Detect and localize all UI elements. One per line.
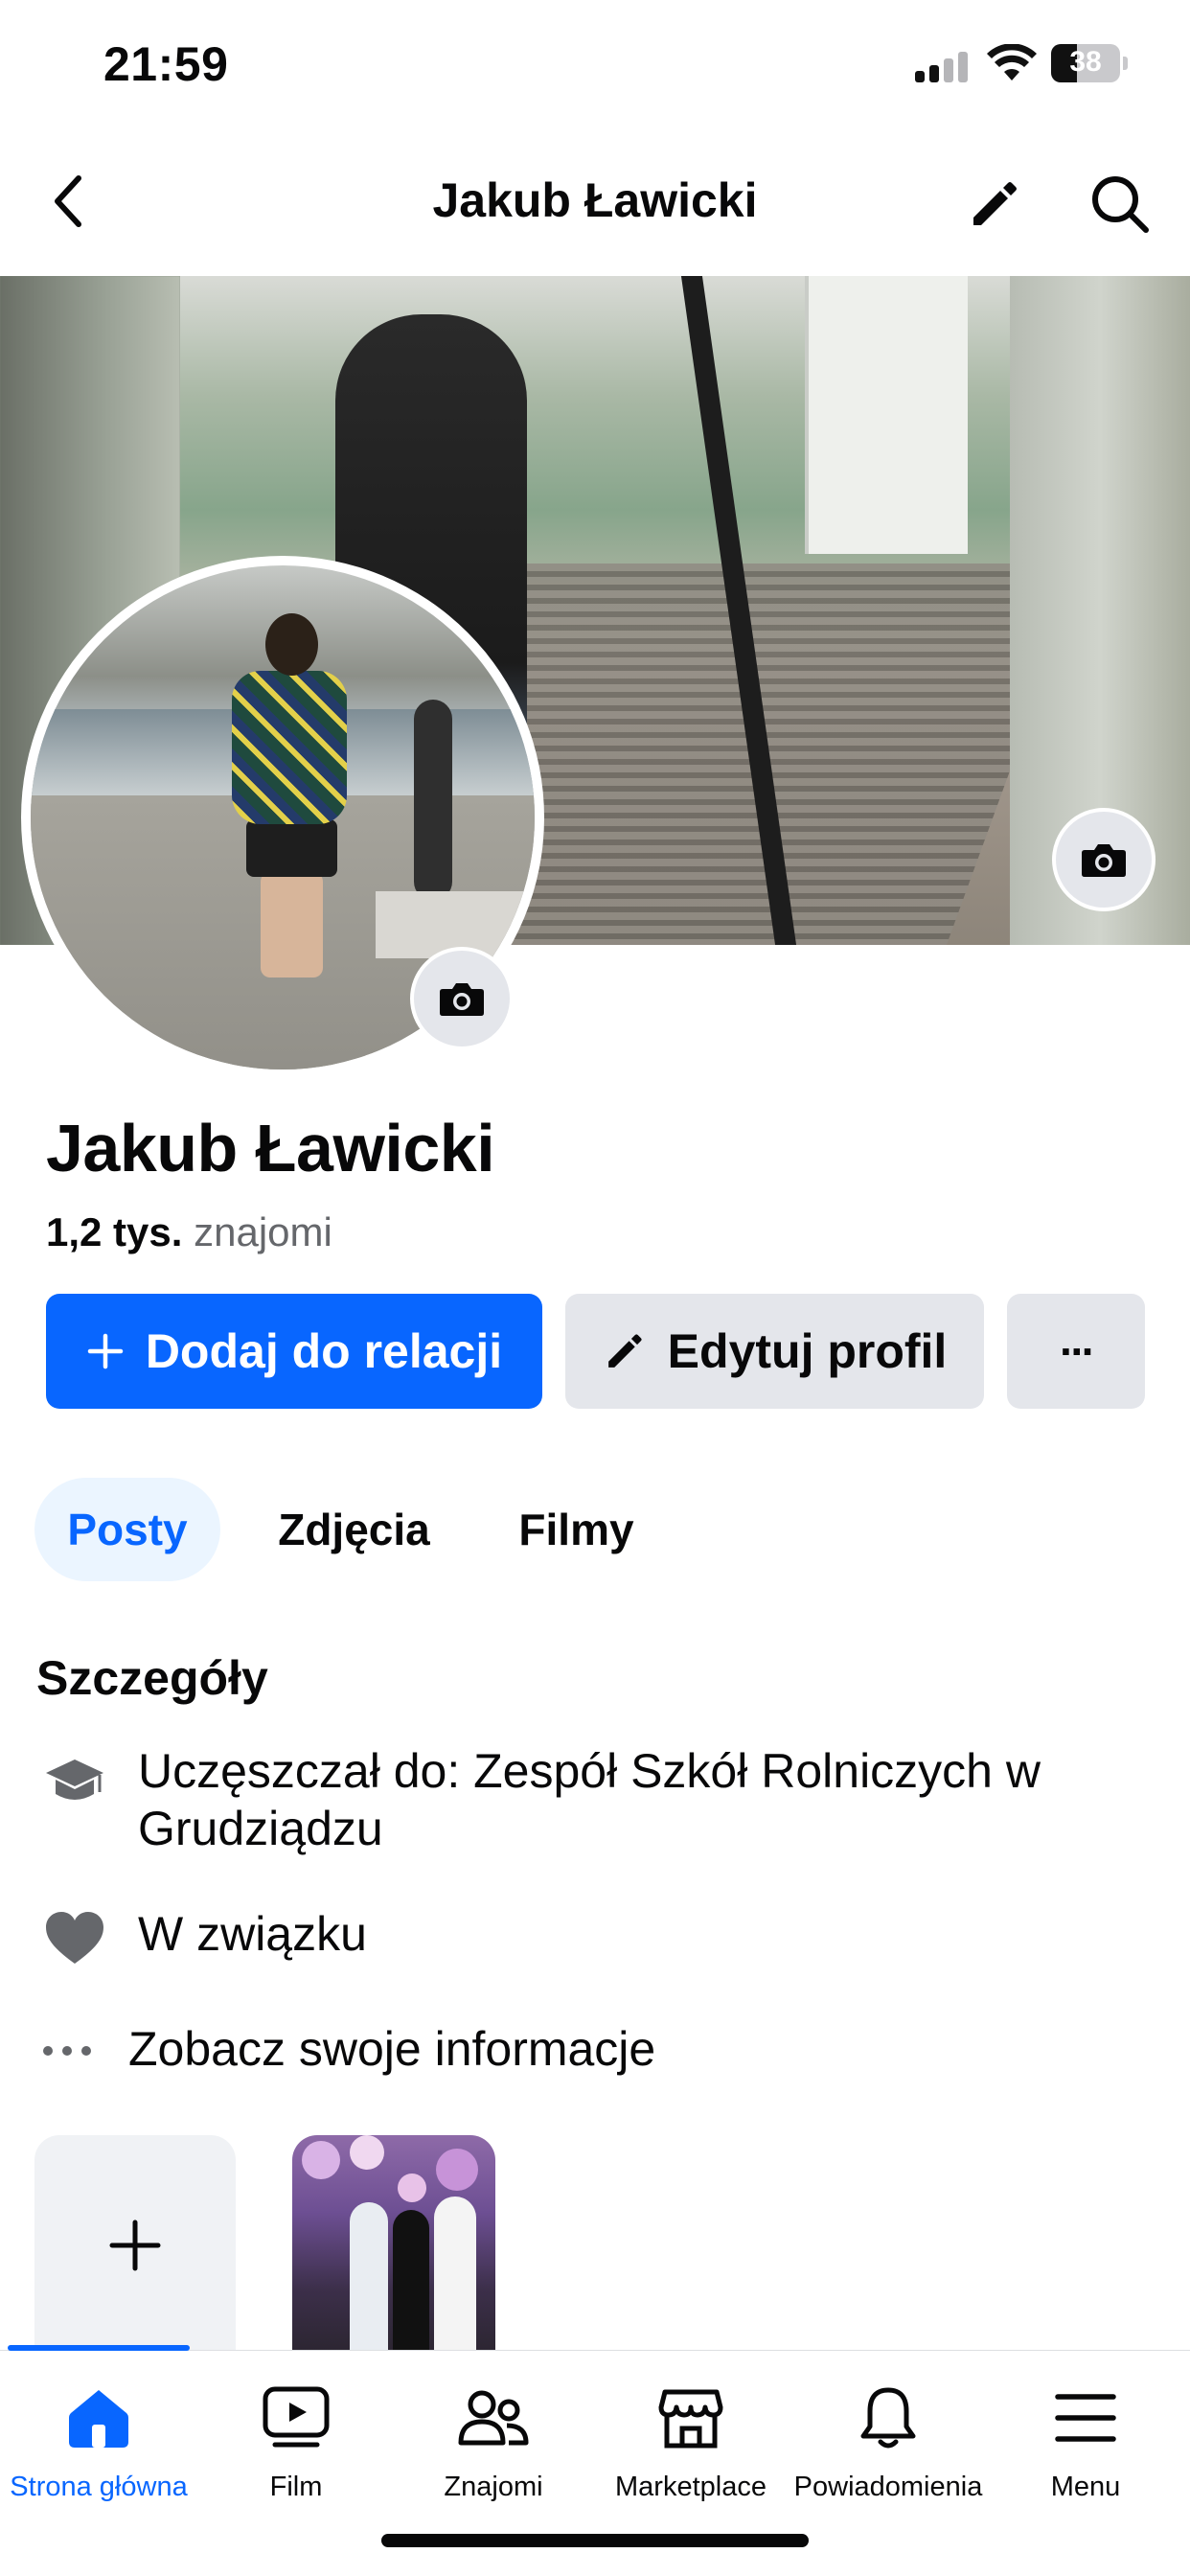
edit-button[interactable] xyxy=(961,171,1028,238)
pencil-icon xyxy=(973,182,1017,225)
tab-videos[interactable]: Filmy xyxy=(488,1478,665,1581)
tabbar-home[interactable]: Strona główna xyxy=(0,2380,197,2514)
tabbar-friends[interactable]: Znajomi xyxy=(395,2380,592,2514)
heart-icon xyxy=(38,1901,111,1974)
tabbar-marketplace[interactable]: Marketplace xyxy=(592,2380,790,2514)
details-title: Szczegóły xyxy=(36,1651,268,1705)
graduation-cap-icon xyxy=(38,1746,111,1819)
relationship-text: W związku xyxy=(138,1907,367,1961)
friends-summary[interactable]: 1,2 tys. znajomi xyxy=(46,1209,332,1255)
profile-name: Jakub Ławicki xyxy=(46,1111,495,1185)
more-dots-icon xyxy=(31,2014,103,2087)
tabbar-video-label: Film xyxy=(269,2472,323,2502)
active-tab-indicator xyxy=(8,2345,190,2351)
tabbar-menu[interactable]: Menu xyxy=(987,2380,1184,2514)
tabbar-friends-label: Znajomi xyxy=(444,2472,543,2502)
status-time: 21:59 xyxy=(103,37,229,91)
edit-avatar-button[interactable] xyxy=(410,947,514,1050)
edit-profile-button[interactable]: Edytuj profil xyxy=(565,1294,984,1409)
wifi-icon xyxy=(987,43,1037,82)
top-header: Jakub Ławicki xyxy=(0,144,1190,259)
menu-icon xyxy=(987,2380,1184,2456)
edit-profile-label: Edytuj profil xyxy=(667,1324,948,1378)
friends-label: znajomi xyxy=(194,1209,332,1254)
status-bar: 21:59 38 xyxy=(0,0,1190,134)
add-story-label: Dodaj do relacji xyxy=(145,1324,503,1378)
plus-icon xyxy=(109,2220,161,2271)
marketplace-icon xyxy=(592,2380,790,2456)
camera-icon xyxy=(440,983,484,1016)
friends-icon xyxy=(395,2380,592,2456)
tabbar-notifications[interactable]: Powiadomienia xyxy=(790,2380,987,2514)
edit-cover-button[interactable] xyxy=(1052,808,1156,911)
tab-photos[interactable]: Zdjęcia xyxy=(251,1478,457,1581)
tabbar-video[interactable]: Film xyxy=(197,2380,395,2514)
video-icon xyxy=(197,2380,395,2456)
education-text: Uczęszczał do: Zespół Szkół Rolniczych w… xyxy=(138,1744,1041,1855)
plus-icon xyxy=(86,1332,125,1370)
tabbar-home-label: Strona główna xyxy=(10,2472,188,2502)
signal-icon xyxy=(915,52,971,82)
friends-count: 1,2 tys. xyxy=(46,1209,183,1254)
see-info-text: Zobacz swoje informacje xyxy=(128,2022,656,2076)
home-indicator xyxy=(381,2534,809,2547)
home-icon xyxy=(0,2380,197,2456)
add-story-button[interactable]: Dodaj do relacji xyxy=(46,1294,542,1409)
tabbar-marketplace-label: Marketplace xyxy=(615,2472,767,2502)
battery-icon: 38 xyxy=(1051,44,1128,82)
search-button[interactable] xyxy=(1087,171,1154,238)
search-icon xyxy=(1092,176,1149,233)
battery-level: 38 xyxy=(1069,46,1102,78)
add-featured-button[interactable] xyxy=(34,2135,236,2356)
tabbar-notifications-label: Powiadomienia xyxy=(793,2472,983,2502)
bell-icon xyxy=(790,2380,987,2456)
more-dots-icon: ··· xyxy=(1060,1326,1096,1376)
more-options-button[interactable]: ··· xyxy=(1007,1294,1145,1409)
tab-posts[interactable]: Posty xyxy=(34,1478,220,1581)
camera-icon xyxy=(1082,844,1126,877)
featured-photo[interactable] xyxy=(292,2135,495,2356)
tabbar-menu-label: Menu xyxy=(1050,2472,1121,2502)
pencil-icon xyxy=(603,1329,647,1373)
